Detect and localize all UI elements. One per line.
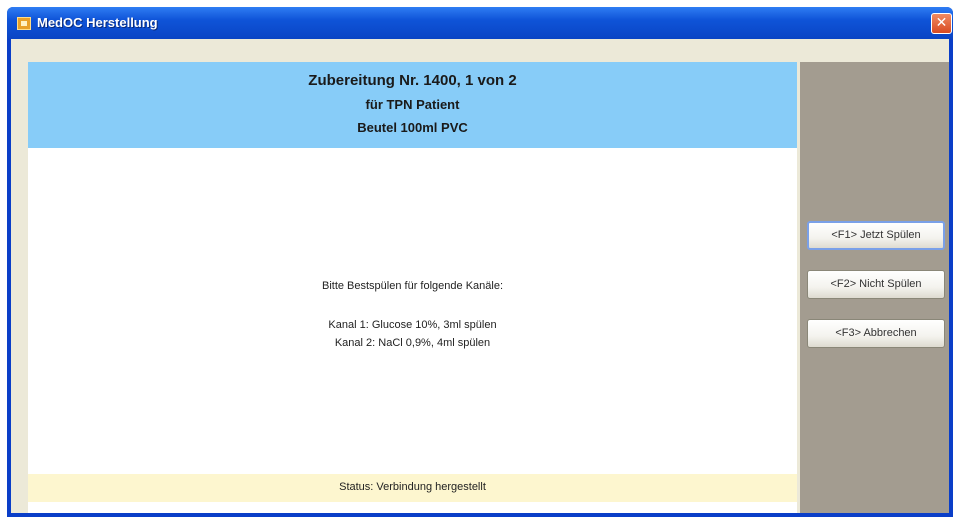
close-icon: ✕: [935, 15, 948, 31]
client-area: Zubereitung Nr. 1400, 1 von 2 für TPN Pa…: [11, 39, 949, 513]
cancel-button[interactable]: <F3> Abbrechen: [807, 319, 945, 348]
status-bar: Status: Verbindung hergestellt: [28, 474, 797, 502]
skip-rinse-button[interactable]: <F2> Nicht Spülen: [807, 270, 945, 299]
rinse-now-button[interactable]: <F1> Jetzt Spülen: [807, 221, 945, 250]
preparation-header: Zubereitung Nr. 1400, 1 von 2 für TPN Pa…: [28, 62, 797, 148]
channel-item: Kanal 1: Glucose 10%, 3ml spülen: [328, 319, 497, 331]
title-bar[interactable]: MedOC Herstellung ✕: [7, 7, 953, 39]
main-panel: Zubereitung Nr. 1400, 1 von 2 für TPN Pa…: [28, 62, 797, 513]
bag-label: Beutel 100ml PVC: [357, 120, 468, 135]
status-text: Status: Verbindung hergestellt: [339, 481, 486, 493]
app-window: MedOC Herstellung ✕ Zubereitung Nr. 1400…: [7, 7, 953, 517]
channel-item: Kanal 2: NaCl 0,9%, 4ml spülen: [334, 337, 491, 349]
patient-label: für TPN Patient: [365, 97, 460, 112]
function-key-panel: <F1> Jetzt Spülen <F2> Nicht Spülen <F3>…: [800, 62, 949, 513]
window-title: MedOC Herstellung: [37, 15, 158, 30]
close-button[interactable]: ✕: [931, 13, 952, 34]
preparation-number: Zubereitung Nr. 1400, 1 von 2: [308, 72, 517, 89]
rinse-instruction: Bitte Bestspülen für folgende Kanäle:: [321, 280, 503, 292]
app-icon: [17, 17, 31, 30]
